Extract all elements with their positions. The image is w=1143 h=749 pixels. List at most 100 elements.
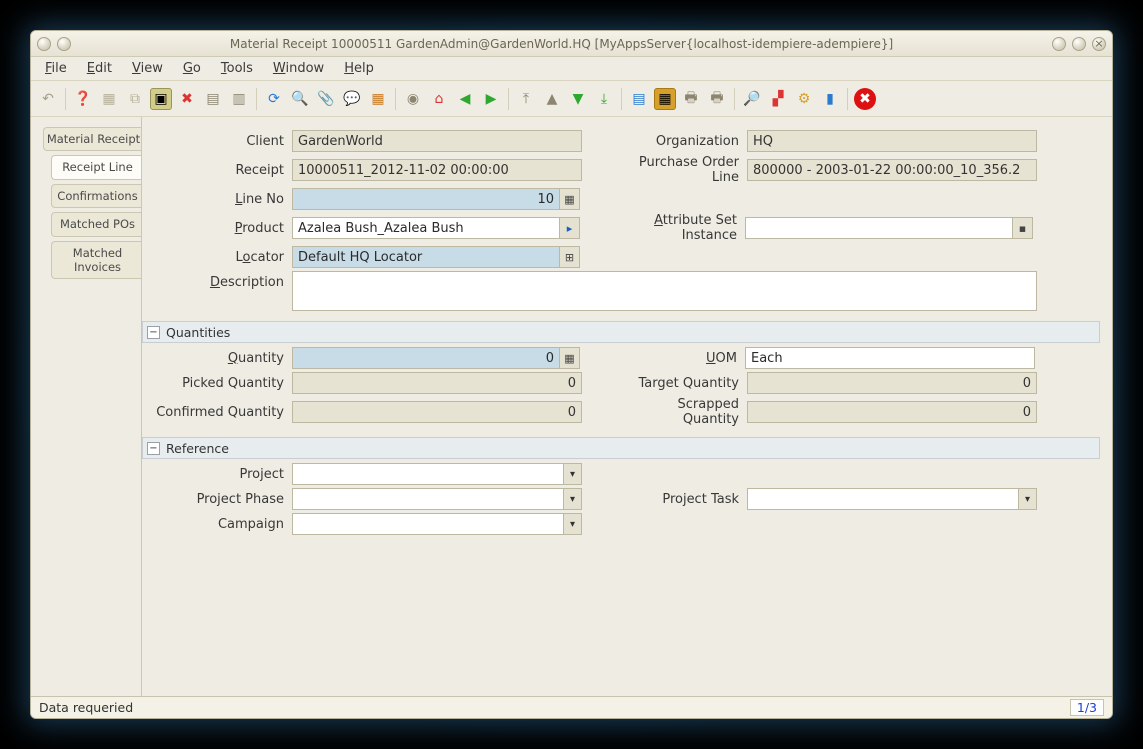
locator-button[interactable]: ⊞ [560,246,580,268]
form-panel: Client GardenWorld Organization HQ Recei… [141,117,1112,696]
menu-view[interactable]: View [122,59,173,78]
print-icon[interactable]: 🖶 [680,88,702,110]
tab-confirmations[interactable]: Confirmations [51,184,143,208]
zoom-icon[interactable]: 🔎 [741,88,763,110]
section-quantities-label: Quantities [166,325,230,340]
label-campaign: Campaign [142,517,292,532]
archive-icon[interactable]: ▦ [654,88,676,110]
save-icon[interactable]: ▣ [150,88,172,110]
product-icon[interactable]: ▮ [819,88,841,110]
project-phase-dropdown-button[interactable]: ▾ [563,489,581,509]
label-receipt: Receipt [142,163,292,178]
help-icon[interactable]: ❓ [72,88,94,110]
label-project-task: Project Task [622,492,747,507]
tab-column: Material Receipt Receipt Line Confirmati… [31,117,141,696]
label-line-no: Line No [142,192,292,207]
window-menu-button[interactable] [37,37,51,51]
attachment-icon[interactable]: 📎 [315,88,337,110]
field-description[interactable] [292,271,1037,311]
tab-matched-invoices[interactable]: Matched Invoices [51,241,143,280]
print2-icon[interactable]: 🖶 [706,88,728,110]
campaign-dropdown-button[interactable]: ▾ [563,514,581,534]
search-icon[interactable]: 🔍 [289,88,311,110]
field-uom[interactable]: Each [745,347,1035,369]
delete-icon[interactable]: ✖ [176,88,198,110]
label-quantity: Quantity [142,351,292,366]
refresh-icon[interactable]: ⟳ [263,88,285,110]
window-shade-button[interactable] [57,37,71,51]
field-po-line: 800000 - 2003-01-22 00:00:00_10_356.2 [747,159,1037,181]
minimize-button[interactable] [1052,37,1066,51]
save-all-icon[interactable]: ▤ [202,88,224,110]
menu-window[interactable]: Window [263,59,334,78]
last-icon[interactable]: ⤓ [593,88,615,110]
exit-icon[interactable]: ✖ [854,88,876,110]
label-scrapped-qty: Scrapped Quantity [622,397,747,427]
copy-icon[interactable]: ⧉ [124,88,146,110]
product-lookup-button[interactable]: ▸ [560,217,580,239]
attr-set-button[interactable]: ▪ [1013,217,1033,239]
quantity-calc-button[interactable]: ▦ [560,347,580,369]
line-no-calc-button[interactable]: ▦ [560,188,580,210]
project-dropdown-button[interactable]: ▾ [563,464,581,484]
combo-project-task[interactable]: ▾ [747,488,1037,510]
section-quantities: − Quantities [142,321,1100,343]
multi-icon[interactable]: ▥ [228,88,250,110]
report-icon[interactable]: ▤ [628,88,650,110]
next-icon[interactable]: ▶ [480,88,502,110]
menu-edit[interactable]: Edit [77,59,122,78]
up-icon[interactable]: ▲ [541,88,563,110]
close-button[interactable] [1092,37,1106,51]
status-message: Data requeried [39,700,133,715]
field-attr-set[interactable] [745,217,1013,239]
combo-campaign[interactable]: ▾ [292,513,582,535]
grid-icon[interactable]: ▦ [367,88,389,110]
field-scrapped-qty: 0 [747,401,1037,423]
workflow-icon[interactable]: ⚙ [793,88,815,110]
first-icon[interactable]: ⤒ [515,88,537,110]
tab-material-receipt[interactable]: Material Receipt [43,127,143,151]
new-icon[interactable]: ▦ [98,88,120,110]
label-project: Project [142,467,292,482]
menu-go[interactable]: Go [173,59,211,78]
field-organization: HQ [747,130,1037,152]
field-line-no[interactable]: 10 [292,188,560,210]
quantities-collapse-button[interactable]: − [147,326,160,339]
titlebar: Material Receipt 10000511 GardenAdmin@Ga… [31,31,1112,57]
down-icon[interactable]: ▼ [567,88,589,110]
field-locator[interactable]: Default HQ Locator [292,246,560,268]
field-product[interactable]: Azalea Bush_Azalea Bush [292,217,560,239]
field-quantity[interactable]: 0 [292,347,560,369]
label-po-line: Purchase Order Line [622,155,747,185]
label-uom: UOM [620,351,745,366]
window-title: Material Receipt 10000511 GardenAdmin@Ga… [71,37,1052,51]
home-icon[interactable]: ⌂ [428,88,450,110]
history-back-icon[interactable]: ◉ [402,88,424,110]
menu-help[interactable]: Help [334,59,384,78]
combo-project-phase[interactable]: ▾ [292,488,582,510]
label-locator: Locator [142,250,292,265]
combo-project[interactable]: ▾ [292,463,582,485]
tab-matched-pos[interactable]: Matched POs [51,212,143,236]
app-window: Material Receipt 10000511 GardenAdmin@Ga… [30,30,1113,719]
statusbar: Data requeried 1/3 [31,696,1112,718]
chat-icon[interactable]: 💬 [341,88,363,110]
prev-icon[interactable]: ◀ [454,88,476,110]
maximize-button[interactable] [1072,37,1086,51]
label-project-phase: Project Phase [142,492,292,507]
reference-collapse-button[interactable]: − [147,442,160,455]
menubar: File Edit View Go Tools Window Help [31,57,1112,81]
label-organization: Organization [622,134,747,149]
label-confirmed-qty: Confirmed Quantity [142,405,292,420]
tab-receipt-line[interactable]: Receipt Line [51,155,143,179]
record-pager[interactable]: 1/3 [1070,699,1104,716]
menu-file[interactable]: File [35,59,77,78]
field-picked-qty: 0 [292,372,582,394]
label-product: Product [142,221,292,236]
section-reference: − Reference [142,437,1100,459]
project-task-dropdown-button[interactable]: ▾ [1018,489,1036,509]
process-icon[interactable]: ▞ [767,88,789,110]
menu-tools[interactable]: Tools [211,59,263,78]
undo-icon[interactable]: ↶ [37,88,59,110]
field-client: GardenWorld [292,130,582,152]
